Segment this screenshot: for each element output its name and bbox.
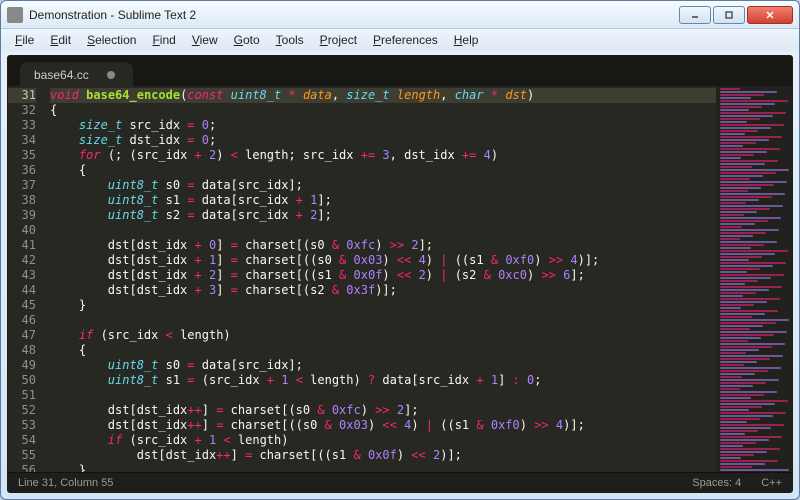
minimap[interactable] <box>716 86 792 472</box>
menu-tools[interactable]: Tools <box>270 31 310 49</box>
window-controls <box>679 6 793 24</box>
menu-help[interactable]: Help <box>448 31 485 49</box>
tab-label: base64.cc <box>34 68 89 82</box>
menu-view[interactable]: View <box>186 31 224 49</box>
menu-goto[interactable]: Goto <box>228 31 266 49</box>
statusbar: Line 31, Column 55 Spaces: 4 C++ <box>8 472 792 492</box>
app-icon <box>7 7 23 23</box>
menu-find[interactable]: Find <box>146 31 181 49</box>
status-syntax[interactable]: C++ <box>761 477 782 489</box>
tabbar[interactable]: base64.cc <box>8 56 792 86</box>
dirty-indicator-icon <box>107 71 115 79</box>
menu-project[interactable]: Project <box>314 31 363 49</box>
gutter[interactable]: 3132333435363738394041424344454647484950… <box>8 86 42 472</box>
app-window: Demonstration - Sublime Text 2 FileEditS… <box>0 0 800 500</box>
menu-selection[interactable]: Selection <box>81 31 142 49</box>
menubar: FileEditSelectionFind ViewGotoToolsProjec… <box>1 29 799 51</box>
menu-preferences[interactable]: Preferences <box>367 31 444 49</box>
maximize-button[interactable] <box>713 6 745 24</box>
status-indent[interactable]: Spaces: 4 <box>692 477 741 489</box>
tab-file[interactable]: base64.cc <box>20 62 133 87</box>
editor-chrome: base64.cc 313233343536373839404142434445… <box>7 55 793 493</box>
titlebar[interactable]: Demonstration - Sublime Text 2 <box>1 1 799 29</box>
code-area: 3132333435363738394041424344454647484950… <box>8 86 792 472</box>
code-editor[interactable]: void base64_encode(const uint8_t * data,… <box>42 86 716 472</box>
minimize-button[interactable] <box>679 6 711 24</box>
close-button[interactable] <box>747 6 793 24</box>
menu-edit[interactable]: Edit <box>44 31 77 49</box>
status-cursor[interactable]: Line 31, Column 55 <box>18 477 113 489</box>
menu-file[interactable]: File <box>9 31 40 49</box>
window-title: Demonstration - Sublime Text 2 <box>29 8 679 22</box>
